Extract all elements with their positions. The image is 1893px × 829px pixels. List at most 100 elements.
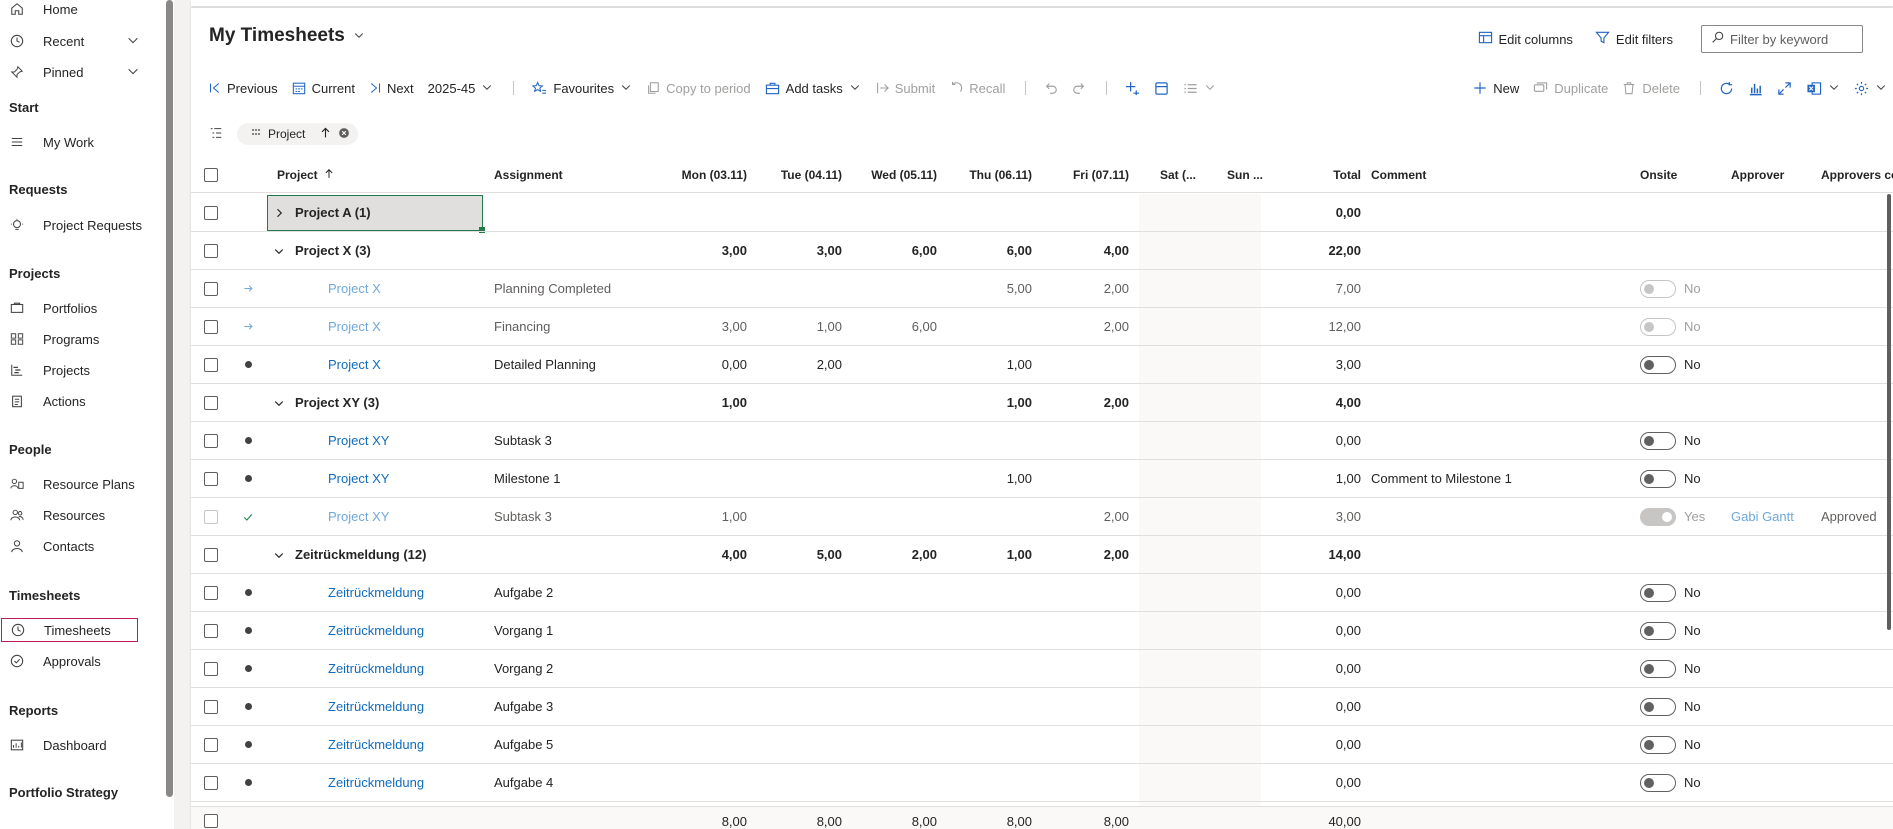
period-dropdown[interactable]: 2025-45 — [428, 81, 494, 96]
hours-cell-wed[interactable]: 2,00 — [851, 536, 937, 573]
select-all-checkbox[interactable] — [204, 158, 218, 192]
undo-button[interactable] — [1044, 81, 1058, 95]
row-checkbox[interactable] — [204, 232, 218, 269]
hours-cell-mon[interactable]: 3,00 — [661, 232, 747, 269]
sidebar-item-approvals[interactable]: Approvals — [0, 649, 158, 673]
hours-cell-mon[interactable]: 1,00 — [661, 384, 747, 421]
hours-cell-mon[interactable]: 3,00 — [661, 308, 747, 345]
row-checkbox[interactable] — [204, 612, 218, 649]
recall-button[interactable]: Recall — [949, 81, 1005, 96]
row-checkbox[interactable] — [204, 498, 218, 535]
row-checkbox[interactable] — [204, 460, 218, 497]
onsite-toggle[interactable]: No — [1640, 726, 1701, 763]
current-button[interactable]: Current — [292, 81, 355, 96]
sidebar-item-recent[interactable]: Recent — [0, 29, 158, 53]
hours-cell-fri[interactable]: 4,00 — [1041, 232, 1129, 269]
column-header-thu[interactable]: Thu (06.11) — [946, 158, 1032, 192]
table-row[interactable]: Project XY Subtask 3 1,00 2,00 3,00 Yes Gabi G… — [191, 498, 1893, 536]
sidebar-item-pinned[interactable]: Pinned — [0, 60, 158, 84]
row-checkbox[interactable] — [204, 650, 218, 687]
column-header-comment[interactable]: Comment — [1371, 158, 1426, 192]
chevron-down-icon[interactable] — [126, 64, 140, 81]
page-title[interactable]: My Timesheets — [209, 25, 365, 47]
chart-button[interactable] — [1748, 81, 1763, 96]
add-tasks-button[interactable]: Add tasks — [765, 81, 861, 96]
assignment-cell[interactable]: Planning Completed — [494, 270, 611, 307]
window-button[interactable] — [1154, 81, 1169, 96]
hours-cell-wed[interactable]: 6,00 — [851, 308, 937, 345]
fullscreen-button[interactable] — [1777, 81, 1792, 96]
chevron-down-icon[interactable] — [273, 384, 285, 421]
hours-cell-fri[interactable]: 2,00 — [1041, 384, 1129, 421]
hours-cell-mon[interactable]: 1,00 — [661, 498, 747, 535]
scrollbar-thumb[interactable] — [166, 0, 173, 797]
hours-cell-thu[interactable]: 1,00 — [946, 384, 1032, 421]
drag-handle-icon[interactable] — [251, 127, 261, 141]
duplicate-button[interactable]: Duplicate — [1533, 81, 1608, 96]
sidebar-item-my-work[interactable]: My Work — [0, 130, 158, 154]
grid-scrollbar[interactable] — [1887, 194, 1891, 630]
project-link[interactable]: Project X — [328, 308, 381, 345]
column-header-project[interactable]: Project — [277, 158, 334, 192]
keyword-filter-input[interactable]: Filter by keyword — [1701, 25, 1863, 53]
project-link[interactable]: Project X — [328, 270, 381, 307]
row-checkbox[interactable] — [204, 422, 218, 459]
chevron-down-icon[interactable] — [126, 33, 140, 50]
column-header-sat[interactable]: Sat (... — [1160, 158, 1196, 192]
group-chip-project[interactable]: Project — [237, 123, 359, 145]
group-tree-icon[interactable] — [209, 126, 223, 143]
row-checkbox[interactable] — [204, 384, 218, 421]
row-checkbox[interactable] — [204, 805, 218, 829]
hours-cell-fri[interactable]: 2,00 — [1041, 536, 1129, 573]
column-header-wed[interactable]: Wed (05.11) — [851, 158, 937, 192]
assignment-cell[interactable]: Vorgang 2 — [494, 650, 553, 687]
sort-ascending-icon[interactable] — [320, 127, 331, 141]
sidebar-scrollbar[interactable] — [165, 0, 174, 829]
sidebar-item-project-requests[interactable]: Project Requests — [0, 213, 158, 237]
add-row-button[interactable] — [1125, 81, 1140, 96]
project-link[interactable]: Zeitrückmeldung — [328, 612, 424, 649]
table-row[interactable]: Project X Planning Completed 5,00 2,00 7,00 N… — [191, 270, 1893, 308]
list-options-button[interactable] — [1183, 81, 1216, 96]
row-checkbox[interactable] — [204, 346, 218, 383]
assignment-cell[interactable]: Aufgabe 2 — [494, 574, 553, 611]
refresh-button[interactable] — [1719, 81, 1734, 96]
submit-button[interactable]: Submit — [875, 81, 935, 96]
hours-cell-wed[interactable]: 6,00 — [851, 232, 937, 269]
row-checkbox[interactable] — [204, 536, 218, 573]
edit-columns-button[interactable]: Edit columns — [1478, 30, 1573, 48]
project-link[interactable]: Project X — [328, 346, 381, 383]
hours-cell-tue[interactable]: 2,00 — [756, 346, 842, 383]
row-checkbox[interactable] — [204, 726, 218, 763]
assignment-cell[interactable]: Aufgabe 3 — [494, 688, 553, 725]
column-header-tue[interactable]: Tue (04.11) — [756, 158, 842, 192]
table-row[interactable]: Zeitrückmeldung Aufgabe 4 0,00 No — [191, 764, 1893, 802]
project-link[interactable]: Zeitrückmeldung — [328, 726, 424, 763]
project-link[interactable]: Zeitrückmeldung — [328, 688, 424, 725]
chevron-right-icon[interactable] — [273, 194, 285, 231]
hours-cell-tue[interactable]: 3,00 — [756, 232, 842, 269]
onsite-toggle[interactable]: No — [1640, 346, 1701, 383]
assignment-cell[interactable]: Vorgang 1 — [494, 612, 553, 649]
copy-to-period-button[interactable]: Copy to period — [646, 81, 751, 96]
favourites-button[interactable]: Favourites — [532, 81, 632, 96]
assignment-cell[interactable]: Aufgabe 4 — [494, 764, 553, 801]
column-header-total[interactable]: Total — [1261, 158, 1361, 192]
sidebar-item-dashboard[interactable]: Dashboard — [0, 733, 158, 757]
assignment-cell[interactable]: Financing — [494, 308, 550, 345]
group-row[interactable]: Zeitrückmeldung (12) 4,00 5,00 2,00 1,00 2,00… — [191, 536, 1893, 574]
hours-cell-mon[interactable]: 4,00 — [661, 536, 747, 573]
assignment-cell[interactable]: Aufgabe 5 — [494, 726, 553, 763]
column-header-mon[interactable]: Mon (03.11) — [661, 158, 747, 192]
onsite-toggle[interactable]: No — [1640, 460, 1701, 497]
hours-cell-thu[interactable]: 6,00 — [946, 232, 1032, 269]
sidebar-item-actions[interactable]: Actions — [0, 389, 158, 413]
table-row[interactable]: Project XY Milestone 1 1,00 1,00 Comment to … — [191, 460, 1893, 498]
column-header-assignment[interactable]: Assignment — [494, 158, 563, 192]
hours-cell-mon[interactable]: 0,00 — [661, 346, 747, 383]
row-checkbox[interactable] — [204, 764, 218, 801]
sidebar-item-resources[interactable]: Resources — [0, 503, 158, 527]
previous-button[interactable]: Previous — [209, 81, 278, 96]
project-link[interactable]: Zeitrückmeldung — [328, 764, 424, 801]
hours-cell-thu[interactable]: 5,00 — [946, 270, 1032, 307]
